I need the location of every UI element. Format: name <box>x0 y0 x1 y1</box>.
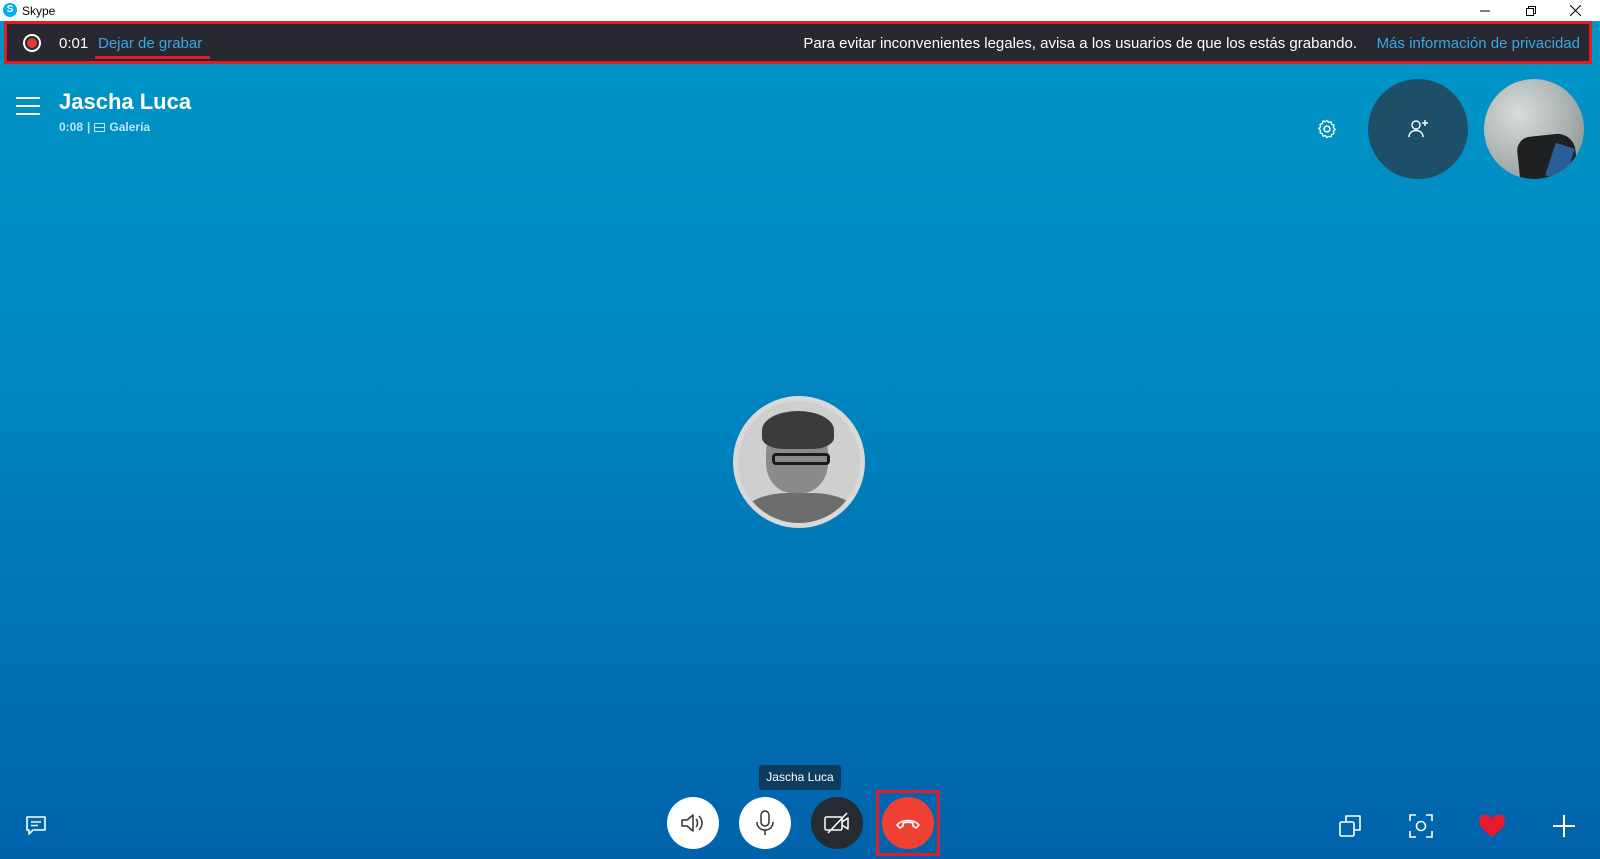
call-duration: 0:08 <box>59 120 84 134</box>
add-people-button[interactable] <box>1368 79 1468 179</box>
camera-snapshot-icon <box>1409 814 1433 838</box>
speaker-icon <box>681 814 703 832</box>
add-person-icon <box>1408 120 1428 138</box>
window-title: Skype <box>22 4 56 18</box>
video-toggle-button[interactable] <box>811 797 863 849</box>
video-off-icon <box>824 812 849 834</box>
gear-icon <box>1318 119 1336 139</box>
chat-icon <box>26 816 46 835</box>
participant-tooltip: Jascha Luca <box>759 765 841 790</box>
heart-icon <box>1478 814 1506 838</box>
end-call-button[interactable] <box>882 797 934 849</box>
contact-avatar <box>733 396 865 528</box>
stop-recording-link[interactable]: Dejar de grabar <box>98 35 202 52</box>
gallery-view-toggle[interactable]: Galería <box>94 120 150 134</box>
microphone-button[interactable] <box>739 797 791 849</box>
recording-banner: 0:01 Dejar de grabar Para evitar inconve… <box>4 21 1592 64</box>
phone-hangup-icon <box>896 819 920 829</box>
privacy-info-link[interactable]: Más información de privacidad <box>1377 35 1580 52</box>
close-icon <box>1569 5 1581 16</box>
contact-name: Jascha Luca <box>59 89 192 114</box>
plus-icon <box>1553 815 1575 837</box>
stop-recording-highlight <box>95 56 210 59</box>
self-video-preview[interactable] <box>1484 79 1584 179</box>
menu-icon <box>16 97 40 99</box>
microphone-icon <box>756 810 774 835</box>
switch-view-icon <box>1339 815 1361 837</box>
gallery-icon <box>94 123 106 132</box>
reactions-button[interactable] <box>1478 812 1506 840</box>
restore-button[interactable] <box>1508 0 1554 21</box>
speaker-button[interactable] <box>667 797 719 849</box>
close-button[interactable] <box>1552 0 1598 21</box>
restore-icon <box>1526 5 1536 16</box>
window-titlebar: S Skype <box>0 0 1600 21</box>
recording-indicator-icon <box>23 34 41 52</box>
minimize-icon <box>1480 10 1490 11</box>
more-options-button[interactable] <box>1550 812 1578 840</box>
call-meta: 0:08 | Galería <box>59 120 150 134</box>
snapshot-button[interactable] <box>1407 812 1435 840</box>
minimize-button[interactable] <box>1462 0 1508 21</box>
call-settings-button[interactable] <box>1316 118 1338 140</box>
meta-separator: | <box>87 120 91 134</box>
view-mode-label: Galería <box>109 120 151 134</box>
recording-time: 0:01 <box>59 35 89 52</box>
recording-legal-warning: Para evitar inconvenientes legales, avis… <box>803 35 1357 52</box>
open-chat-button[interactable] <box>22 812 50 840</box>
skype-logo-icon: S <box>3 3 17 17</box>
switch-view-button[interactable] <box>1336 812 1364 840</box>
menu-button[interactable] <box>16 97 40 119</box>
